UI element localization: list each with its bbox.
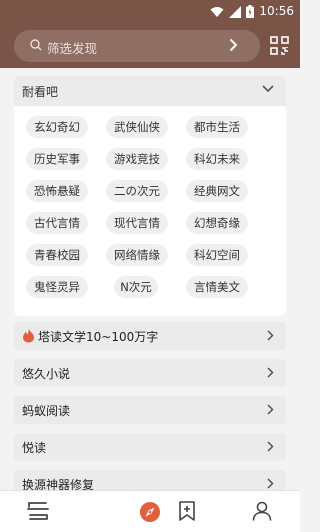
status-time: 10:56 — [259, 4, 294, 18]
tag-chip[interactable]: 幻想奇缘 — [186, 212, 248, 234]
tag-chip[interactable]: 古代言情 — [26, 212, 88, 234]
source-row[interactable]: 塔读文学10~100万字 — [14, 322, 286, 350]
source-row[interactable]: 蚂蚁阅读 — [14, 396, 286, 424]
tag-chip[interactable]: 玄幻奇幻 — [26, 116, 88, 138]
row-label: 悠久小说 — [22, 367, 71, 381]
chevron-right-icon — [267, 404, 274, 415]
chevron-right-icon[interactable] — [229, 38, 238, 52]
tag-chip[interactable]: N次元 — [114, 276, 158, 298]
tag-chip[interactable]: 游戏竞技 — [106, 148, 168, 170]
search-placeholder: 筛选发现 — [47, 41, 98, 56]
chevron-right-icon — [267, 441, 274, 452]
bookmark-add-icon[interactable] — [178, 501, 196, 521]
tag-chip[interactable]: 青春校园 — [26, 244, 88, 266]
search-icon — [30, 39, 42, 51]
battery-icon — [246, 5, 254, 18]
bottom-nav — [0, 490, 300, 532]
signal-icon — [229, 5, 241, 18]
explore-icon[interactable] — [139, 501, 161, 523]
source-row[interactable]: 悠久小说 — [14, 359, 286, 387]
group-header[interactable]: 耐看吧 — [14, 76, 286, 106]
chevron-right-icon — [267, 367, 274, 378]
tag-chip[interactable]: 科幻未来 — [186, 148, 248, 170]
tag-chip[interactable]: 历史军事 — [26, 148, 88, 170]
tag-chip[interactable]: 恐怖悬疑 — [26, 180, 88, 202]
tag-chip[interactable]: 武侠仙侠 — [106, 116, 168, 138]
row-label: 悦读 — [22, 441, 47, 455]
bookshelf-icon[interactable] — [27, 501, 49, 521]
status-bar: 10:56 — [0, 0, 300, 24]
flame-icon — [23, 328, 34, 343]
group-card: 耐看吧 玄幻奇幻 武侠仙侠 都市生活 历史军事 游戏竞技 科幻未来 恐怖悬疑 二… — [14, 76, 286, 316]
tag-chip[interactable]: 科幻空间 — [186, 244, 248, 266]
tag-chip[interactable]: 二の次元 — [106, 180, 168, 202]
tag-chip[interactable]: 言情美文 — [186, 276, 248, 298]
wifi-icon — [210, 6, 224, 17]
profile-icon[interactable] — [252, 501, 272, 521]
row-label: 蚂蚁阅读 — [22, 404, 71, 418]
group-title: 耐看吧 — [22, 85, 59, 99]
chevron-right-icon — [267, 330, 274, 341]
source-row[interactable]: 悦读 — [14, 433, 286, 461]
tag-chip[interactable]: 都市生活 — [186, 116, 248, 138]
qr-scan-icon[interactable] — [270, 36, 290, 56]
tag-chip[interactable]: 现代言情 — [106, 212, 168, 234]
tag-chip[interactable]: 经典网文 — [186, 180, 248, 202]
tag-chip[interactable]: 鬼怪灵异 — [26, 276, 88, 298]
tag-chip[interactable]: 网络情缘 — [106, 244, 168, 266]
row-label: 塔读文学10~100万字 — [38, 330, 159, 344]
app-bar: 筛选发现 — [0, 24, 300, 68]
search-input[interactable]: 筛选发现 — [14, 30, 260, 62]
status-icons — [210, 5, 254, 18]
chevron-down-icon[interactable] — [262, 85, 274, 93]
chevron-right-icon — [267, 478, 274, 489]
